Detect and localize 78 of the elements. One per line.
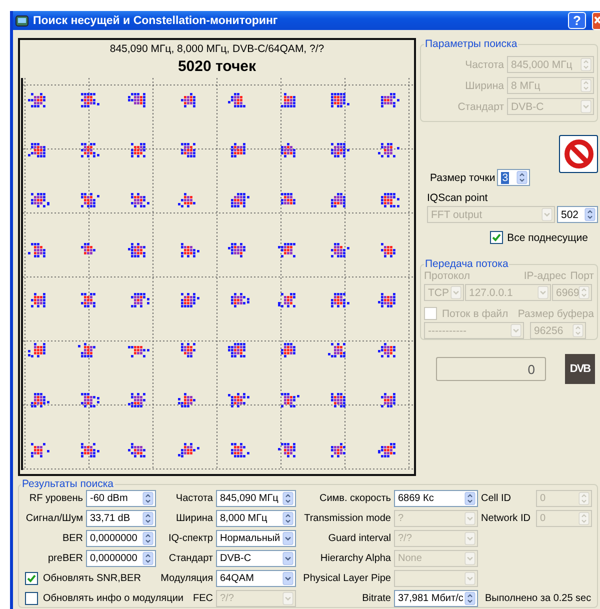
input-field[interactable]: 0,0000000 <box>86 550 156 567</box>
spinner-icon[interactable] <box>464 592 476 605</box>
dropdown[interactable]: Нормальный <box>216 530 296 547</box>
group-title: Параметры поиска <box>424 38 518 50</box>
spinner-icon[interactable] <box>282 492 294 505</box>
spinner-icon[interactable] <box>142 532 154 545</box>
input-field[interactable]: 33,71 dB <box>86 510 156 527</box>
app-icon <box>15 14 29 28</box>
field-label: Physical Layer Pipe <box>302 573 391 584</box>
field-label: Ширина <box>465 80 504 92</box>
field-label: Частота <box>174 493 213 504</box>
status-text: Выполнено за 0.25 sec <box>484 593 592 604</box>
spinner-icon[interactable] <box>142 492 154 505</box>
field-label: RF уровень <box>28 493 83 504</box>
group-title: Результаты поиска <box>21 478 115 490</box>
checkbox-label: Все поднесущие <box>507 232 588 244</box>
field-label: BER <box>61 533 83 544</box>
field-label: Протокол <box>424 270 470 282</box>
field-label: Модуляция <box>160 573 213 584</box>
input-field[interactable]: 0,0000000 <box>86 530 156 547</box>
field-label: preBER <box>46 553 83 564</box>
field-label: Стандарт <box>458 100 504 112</box>
spinner-icon[interactable] <box>142 512 154 525</box>
dropdown-icon[interactable] <box>282 572 294 585</box>
dropdown[interactable]: DVB-C <box>216 550 296 567</box>
field-label: Размер буфера <box>518 308 594 320</box>
counter-display: 0 <box>436 357 546 381</box>
help-button[interactable]: ? <box>568 12 586 29</box>
input-field[interactable]: 96256 <box>530 322 586 339</box>
field-label: Симв. скорость <box>318 493 391 504</box>
dvb-logo: DVB <box>565 354 595 384</box>
dropdown-icon[interactable] <box>282 532 294 545</box>
point-count: 5020 точек <box>178 57 256 77</box>
field-label: Стандарт <box>168 553 213 564</box>
stop-button[interactable] <box>559 135 598 173</box>
field-label: IQ-спектр <box>168 533 213 544</box>
field-label: Network ID <box>481 513 532 524</box>
dropdown[interactable]: 127.0.0.1 <box>465 284 551 301</box>
field-label: Transmission mode <box>303 513 391 524</box>
group-title: Передача потока <box>424 258 510 270</box>
field-label: Размер точки <box>430 172 496 184</box>
field-label: Cell ID <box>481 493 512 504</box>
field-label: Guard interval <box>327 533 391 544</box>
checkbox-label: Обновлять SNR,BER <box>43 573 141 584</box>
input-field[interactable]: 6869 Кс <box>394 490 478 507</box>
spinner-icon[interactable] <box>282 512 294 525</box>
checkbox[interactable] <box>25 572 38 585</box>
signal-info: 845,090 МГц, 8,000 МГц, DVB-C/64QAM, ?/? <box>110 42 324 56</box>
checkbox-label: Обновлять инфо о модуляции <box>43 593 184 604</box>
checkbox[interactable] <box>25 592 38 605</box>
checkbox[interactable] <box>490 231 504 244</box>
spinner-icon[interactable] <box>584 208 596 221</box>
field-label: IP-адрес <box>524 270 566 282</box>
field-label: Частота <box>465 58 504 70</box>
checkbox-label: Поток в файл <box>442 308 508 320</box>
input-field[interactable]: 6969 <box>552 284 592 301</box>
window-title: Поиск несущей и Constellation-мониторинг <box>33 14 279 26</box>
dropdown-icon[interactable] <box>282 552 294 565</box>
input-field[interactable]: 845,090 МГц <box>216 490 296 507</box>
field-label: Hierarchy Alpha <box>319 553 391 564</box>
close-icon[interactable] <box>592 12 600 30</box>
input-field[interactable]: 8,000 МГц <box>216 510 296 527</box>
field-label: Порт <box>570 270 594 282</box>
dropdown[interactable]: 64QAM <box>216 570 296 587</box>
input-field[interactable]: 502 <box>557 206 598 223</box>
input-field[interactable]: -60 dBm <box>86 490 156 507</box>
spinner-icon[interactable] <box>464 492 476 505</box>
field-label: Ширина <box>175 513 213 524</box>
input-field[interactable]: 37,981 Мбит/с <box>394 590 478 607</box>
spinner-icon[interactable] <box>516 171 528 184</box>
dropdown[interactable]: ----------- <box>424 322 524 339</box>
input-field[interactable]: 3 <box>497 169 530 186</box>
field-label: IQScan point <box>426 192 489 204</box>
field-label: Сигнал/Шум <box>24 513 83 524</box>
stop-icon <box>564 139 594 169</box>
dropdown[interactable]: TCP <box>424 284 464 301</box>
spinner-icon[interactable] <box>142 552 154 565</box>
field-label: Bitrate <box>361 593 391 604</box>
